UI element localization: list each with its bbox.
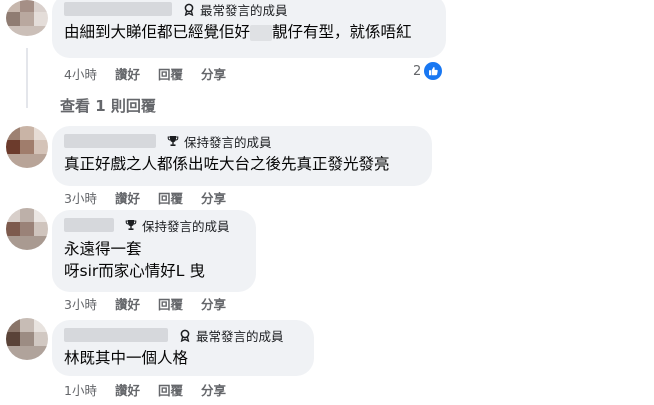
- author-name-redacted[interactable]: [64, 134, 156, 148]
- comment-text: 林既其中一個人格: [64, 349, 189, 367]
- comment-actions: 1小時 讚好 回覆 分享: [64, 380, 244, 399]
- avatar[interactable]: [6, 0, 48, 36]
- badge-label: 保持發言的成員: [142, 218, 230, 234]
- reply-button[interactable]: 回覆: [158, 64, 183, 83]
- comment-bubble: 保持發言的成員 永遠得一套 呀sir而家心情好L 曳: [52, 210, 256, 292]
- comment-actions: 4小時 讚好 回覆 分享: [64, 64, 244, 83]
- reply-button[interactable]: 回覆: [158, 294, 183, 313]
- timestamp[interactable]: 4小時: [64, 64, 97, 83]
- badge-label: 最常發言的成員: [200, 2, 288, 18]
- trophy-icon: [166, 134, 180, 148]
- comment-text-part: 由細到大睇佢都已經覺佢好: [64, 23, 251, 41]
- avatar[interactable]: [6, 126, 48, 168]
- comment-4: 最常發言的成員 林既其中一個人格 1小時 讚好 回覆 分享: [0, 316, 654, 405]
- timestamp[interactable]: 3小時: [64, 294, 97, 313]
- comment-text-part: 靚仔有型，就係唔紅: [272, 23, 412, 41]
- comment-text-line: 呀sir而家心情好L 曳: [64, 262, 205, 280]
- comment-3: 保持發言的成員 永遠得一套 呀sir而家心情好L 曳 3小時 讚好 回覆 分享: [0, 204, 654, 314]
- member-badge[interactable]: 最常發言的成員: [182, 0, 288, 19]
- comment-2: 保持發言的成員 真正好戲之人都係出咗大台之後先真正發光發亮 3小時 讚好 回覆 …: [0, 120, 654, 206]
- reaction-count: 2: [413, 63, 422, 79]
- like-button[interactable]: 讚好: [115, 64, 140, 83]
- comment-actions: 3小時 讚好 回覆 分享: [64, 294, 244, 313]
- like-icon: [424, 62, 443, 80]
- trophy-icon: [124, 218, 138, 232]
- avatar[interactable]: [6, 208, 48, 250]
- timestamp[interactable]: 1小時: [64, 380, 97, 399]
- redacted-text: [250, 24, 273, 41]
- comment-bubble: 最常發言的成員 由細到大睇佢都已經覺佢好 靚仔有型，就係唔紅: [52, 0, 446, 58]
- author-row: 最常發言的成員: [64, 326, 302, 344]
- author-name-redacted[interactable]: [64, 2, 172, 16]
- comment-text: 由細到大睇佢都已經覺佢好 靚仔有型，就係唔紅: [64, 21, 434, 43]
- comment-bubble: 保持發言的成員 真正好戲之人都係出咗大台之後先真正發光發亮: [52, 126, 432, 186]
- author-name-redacted[interactable]: [64, 218, 114, 232]
- author-name-redacted[interactable]: [64, 328, 168, 342]
- comment-1: 最常發言的成員 由細到大睇佢都已經覺佢好 靚仔有型，就係唔紅 4小時 讚好 回覆 …: [0, 0, 654, 90]
- reaction-summary[interactable]: 2: [413, 62, 443, 80]
- badge-label: 最常發言的成員: [196, 328, 284, 344]
- author-row: 最常發言的成員: [64, 0, 434, 18]
- author-row: 保持發言的成員: [64, 216, 244, 234]
- member-badge[interactable]: 最常發言的成員: [178, 326, 284, 345]
- share-button[interactable]: 分享: [201, 294, 226, 313]
- badge-label: 保持發言的成員: [184, 134, 272, 150]
- avatar[interactable]: [6, 318, 48, 360]
- share-button[interactable]: 分享: [201, 64, 226, 83]
- member-badge[interactable]: 保持發言的成員: [124, 216, 230, 235]
- comment-text: 真正好戲之人都係出咗大台之後先真正發光發亮: [64, 155, 390, 173]
- member-badge[interactable]: 保持發言的成員: [166, 132, 272, 151]
- top-fan-icon: [182, 2, 196, 16]
- view-replies-link[interactable]: 查看 1 則回覆: [60, 95, 156, 116]
- comment-bubble: 最常發言的成員 林既其中一個人格: [52, 320, 314, 376]
- top-fan-icon: [178, 328, 192, 342]
- reply-button[interactable]: 回覆: [158, 380, 183, 399]
- share-button[interactable]: 分享: [201, 380, 226, 399]
- like-button[interactable]: 讚好: [115, 380, 140, 399]
- like-button[interactable]: 讚好: [115, 294, 140, 313]
- comment-text-line: 永遠得一套: [64, 240, 142, 258]
- author-row: 保持發言的成員: [64, 132, 420, 150]
